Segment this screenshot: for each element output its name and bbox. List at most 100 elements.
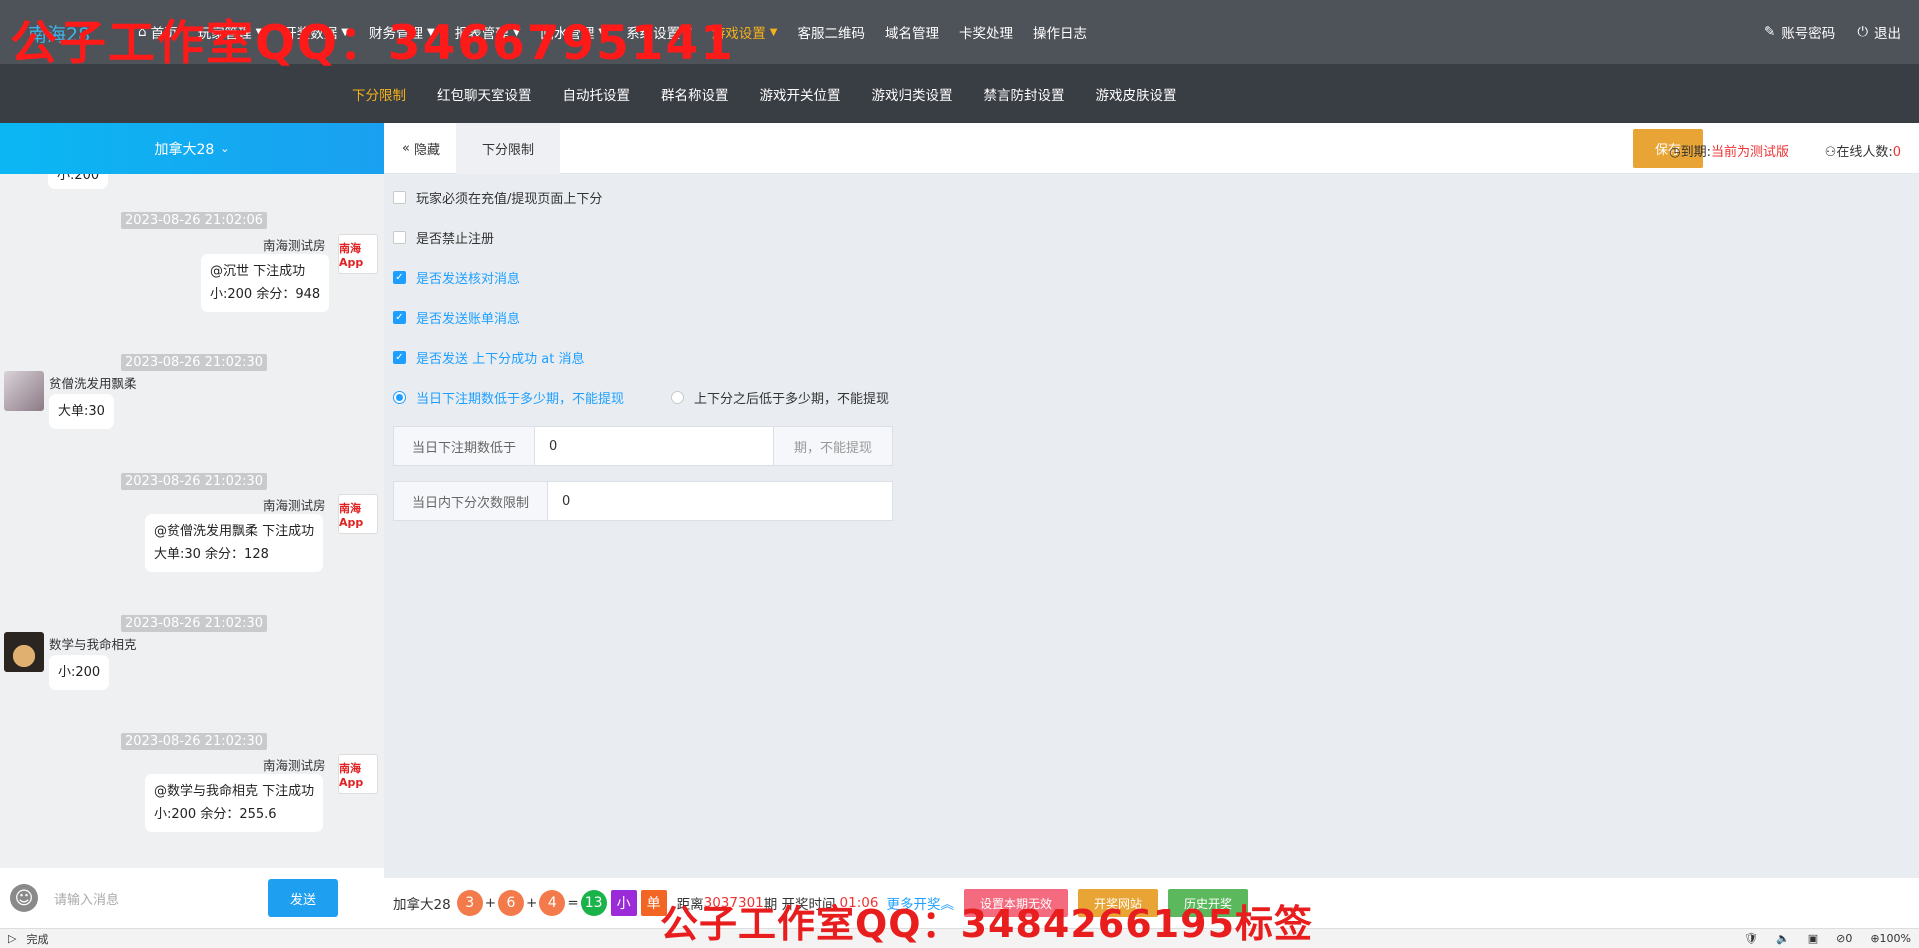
nav-label: 首页 [150, 26, 178, 42]
radio-button-selected[interactable] [393, 391, 406, 404]
browser-status-bar: ▷ 完成 🛡 🔈 ▣ ⊘0 ⊕100% [0, 928, 1919, 948]
radio-after-transfer[interactable]: 上下分之后低于多少期，不能提现 [671, 388, 889, 407]
chat-bubble: @沉世 下注成功 小:200 余分：948 [201, 254, 330, 312]
checkbox-checked[interactable]: ✓ [393, 271, 406, 284]
bubble-line: 小:200 余分：255.6 [154, 807, 277, 822]
chat-sender: 南海测试房 [263, 498, 326, 513]
bubble-line: 小:200 余分：948 [210, 287, 321, 302]
chat-messages[interactable]: 小:200 2023-08-26 21:02:06 南海测试房 南海App @沉… [0, 174, 384, 866]
option-label: 是否发送 上下分成功 at 消息 [416, 352, 585, 367]
user-avatar [4, 632, 44, 672]
nav-item-reports[interactable]: 报表管理 ▼ [445, 0, 531, 64]
bubble-line: @数学与我命相克 下注成功 [154, 784, 315, 799]
zoom-control[interactable]: ⊕100% [1870, 932, 1911, 945]
daily-withdraw-count-input[interactable]: 0 [548, 482, 892, 520]
nav-label: 财务管理 [368, 26, 423, 42]
radio-daily-bets[interactable]: 当日下注期数低于多少期，不能提现 [393, 388, 624, 407]
tab-withdraw-limit[interactable]: 下分限制 [455, 122, 560, 174]
caret-down-icon: ▼ [426, 26, 435, 38]
radio-button[interactable] [671, 391, 684, 404]
speaker-icon[interactable]: 🔈 [1776, 932, 1790, 945]
daily-bets-input[interactable]: 0 [535, 427, 773, 465]
checkbox-checked[interactable]: ✓ [393, 311, 406, 324]
bubble-line: @贫僧洗发用飘柔 下注成功 [154, 524, 315, 539]
subnav-mute-settings[interactable]: 禁言防封设置 [984, 84, 1065, 104]
option-send-verify[interactable]: ✓ 是否发送核对消息 [393, 268, 520, 287]
caret-down-icon: ▼ [341, 26, 349, 38]
chat-message-input[interactable]: 请输入消息 [54, 889, 268, 908]
zoom-icon: ⊕ [1870, 932, 1880, 945]
subnav-group-name[interactable]: 群名称设置 [661, 84, 729, 104]
chat-sender: 数学与我命相克 [49, 637, 137, 652]
hide-panel-button[interactable]: « 隐藏 [384, 139, 456, 158]
expire-info: ◷到期:当前为测试版 [1669, 141, 1789, 160]
option-recharge-page[interactable]: 玩家必须在充值/提现页面上下分 [393, 188, 602, 207]
online-count: ⚇在线人数:0 [1825, 141, 1901, 160]
caret-down-icon: ▼ [598, 26, 607, 38]
brand-logo[interactable]: 南海28 [28, 20, 90, 47]
subnav-game-category[interactable]: 游戏归类设置 [872, 84, 953, 104]
chat-bubble: 小:200 [48, 174, 109, 189]
lock-icon[interactable]: ▣ [1808, 932, 1818, 945]
chat-timestamp: 2023-08-26 21:02:30 [121, 615, 268, 632]
top-navbar: 南海28 ⌂ 首页 玩家管理 ▼ 开奖数据 ▼ 财务管理 ▼ 报表管理 ▼ 回水管理 ▼ 系… [0, 0, 1919, 64]
nav-item-home[interactable]: ⌂ 首页 [128, 0, 188, 64]
invalidate-period-button[interactable]: 设置本期无效 [963, 889, 1068, 917]
chat-bubble: @贫僧洗发用飘柔 下注成功 大单:30 余分：128 [145, 514, 324, 572]
user-icon: ⚇ [1824, 145, 1837, 160]
panel-toggle-icon[interactable]: ▷ [8, 932, 16, 945]
draw-site-button[interactable]: 开奖网站 [1077, 889, 1158, 917]
logout-label: 退出 [1874, 26, 1901, 42]
chat-input-bar: ☺ 请输入消息 发送 [0, 868, 384, 928]
period-number: 3037301 [703, 895, 764, 911]
subnav-redpacket-room[interactable]: 红包聊天室设置 [437, 84, 532, 104]
subnav-game-switch[interactable]: 游戏开关位置 [760, 84, 841, 104]
daily-withdraw-count-field: 当日内下分次数限制 0 [393, 481, 893, 521]
nav-item-rebate[interactable]: 回水管理 ▼ [530, 0, 616, 64]
option-send-bill[interactable]: ✓ 是否发送账单消息 [393, 308, 520, 327]
option-disable-register[interactable]: 是否禁止注册 [393, 228, 494, 247]
nav-item-finance[interactable]: 财务管理 ▼ [359, 0, 445, 64]
nav-item-logs[interactable]: 操作日志 [1023, 0, 1097, 64]
nav-item-system[interactable]: 系统设置 ▼ [616, 0, 702, 64]
zoom-level: 100% [1879, 932, 1911, 945]
subnav-game-skin[interactable]: 游戏皮肤设置 [1096, 84, 1177, 104]
checkbox[interactable] [393, 191, 406, 204]
adblock-icon[interactable]: ⊘0 [1836, 932, 1852, 945]
nav-item-game-settings[interactable]: 游戏设置 ▼ [702, 0, 788, 64]
checkbox-checked[interactable]: ✓ [393, 351, 406, 364]
radio-label: 上下分之后低于多少期，不能提现 [694, 392, 890, 407]
send-button[interactable]: 发送 [268, 879, 338, 917]
subnav-auto-bot[interactable]: 自动托设置 [563, 84, 631, 104]
history-draws-button[interactable]: 历史开奖 [1167, 889, 1248, 917]
lottery-game-name: 加拿大28 [393, 897, 451, 913]
nav-label: 操作日志 [1033, 26, 1087, 42]
result-ball: 4 [539, 890, 566, 916]
emoji-icon[interactable]: ☺ [10, 884, 38, 912]
more-label: 更多开奖 [886, 897, 941, 913]
nav-item-qrcode[interactable]: 客服二维码 [788, 0, 876, 64]
account-password-link[interactable]: ✎ 账号密码 [1764, 22, 1835, 42]
option-send-at[interactable]: ✓ 是否发送 上下分成功 at 消息 [393, 348, 584, 367]
nav-label: 域名管理 [885, 26, 939, 42]
checkbox[interactable] [393, 231, 406, 244]
nav-item-stuck-draw[interactable]: 卡奖处理 [949, 0, 1023, 64]
logout-link[interactable]: ⏻ 退出 [1857, 22, 1901, 42]
countdown: 01:06 [839, 895, 879, 911]
chat-panel: 加拿大28 ⌄ 小:200 2023-08-26 21:02:06 南海测试房 … [0, 123, 384, 928]
nav-item-draw-data[interactable]: 开奖数据 ▼ [273, 0, 359, 64]
option-label: 是否发送账单消息 [416, 312, 521, 327]
online-value: 0 [1892, 145, 1901, 160]
nav-item-players[interactable]: 玩家管理 ▼ [188, 0, 274, 64]
chat-bubble: @数学与我命相克 下注成功 小:200 余分：255.6 [145, 774, 324, 832]
nav-item-domains[interactable]: 域名管理 [875, 0, 949, 64]
plus-sign: + [484, 895, 496, 911]
more-draws-link[interactable]: 更多开奖︽ [886, 893, 954, 913]
shield-icon[interactable]: 🛡 [1744, 932, 1758, 945]
lottery-bar: 加拿大28 3 + 6 + 4 = 13 小 单 距离 3037301 期 开奖… [384, 878, 1919, 928]
option-label: 是否禁止注册 [416, 232, 495, 247]
chat-room-selector[interactable]: 加拿大28 ⌄ [0, 123, 384, 174]
expire-value: 当前为测试版 [1710, 145, 1789, 160]
field-label: 当日下注期数低于 [394, 427, 536, 465]
subnav-withdraw-limit[interactable]: 下分限制 [352, 84, 406, 104]
